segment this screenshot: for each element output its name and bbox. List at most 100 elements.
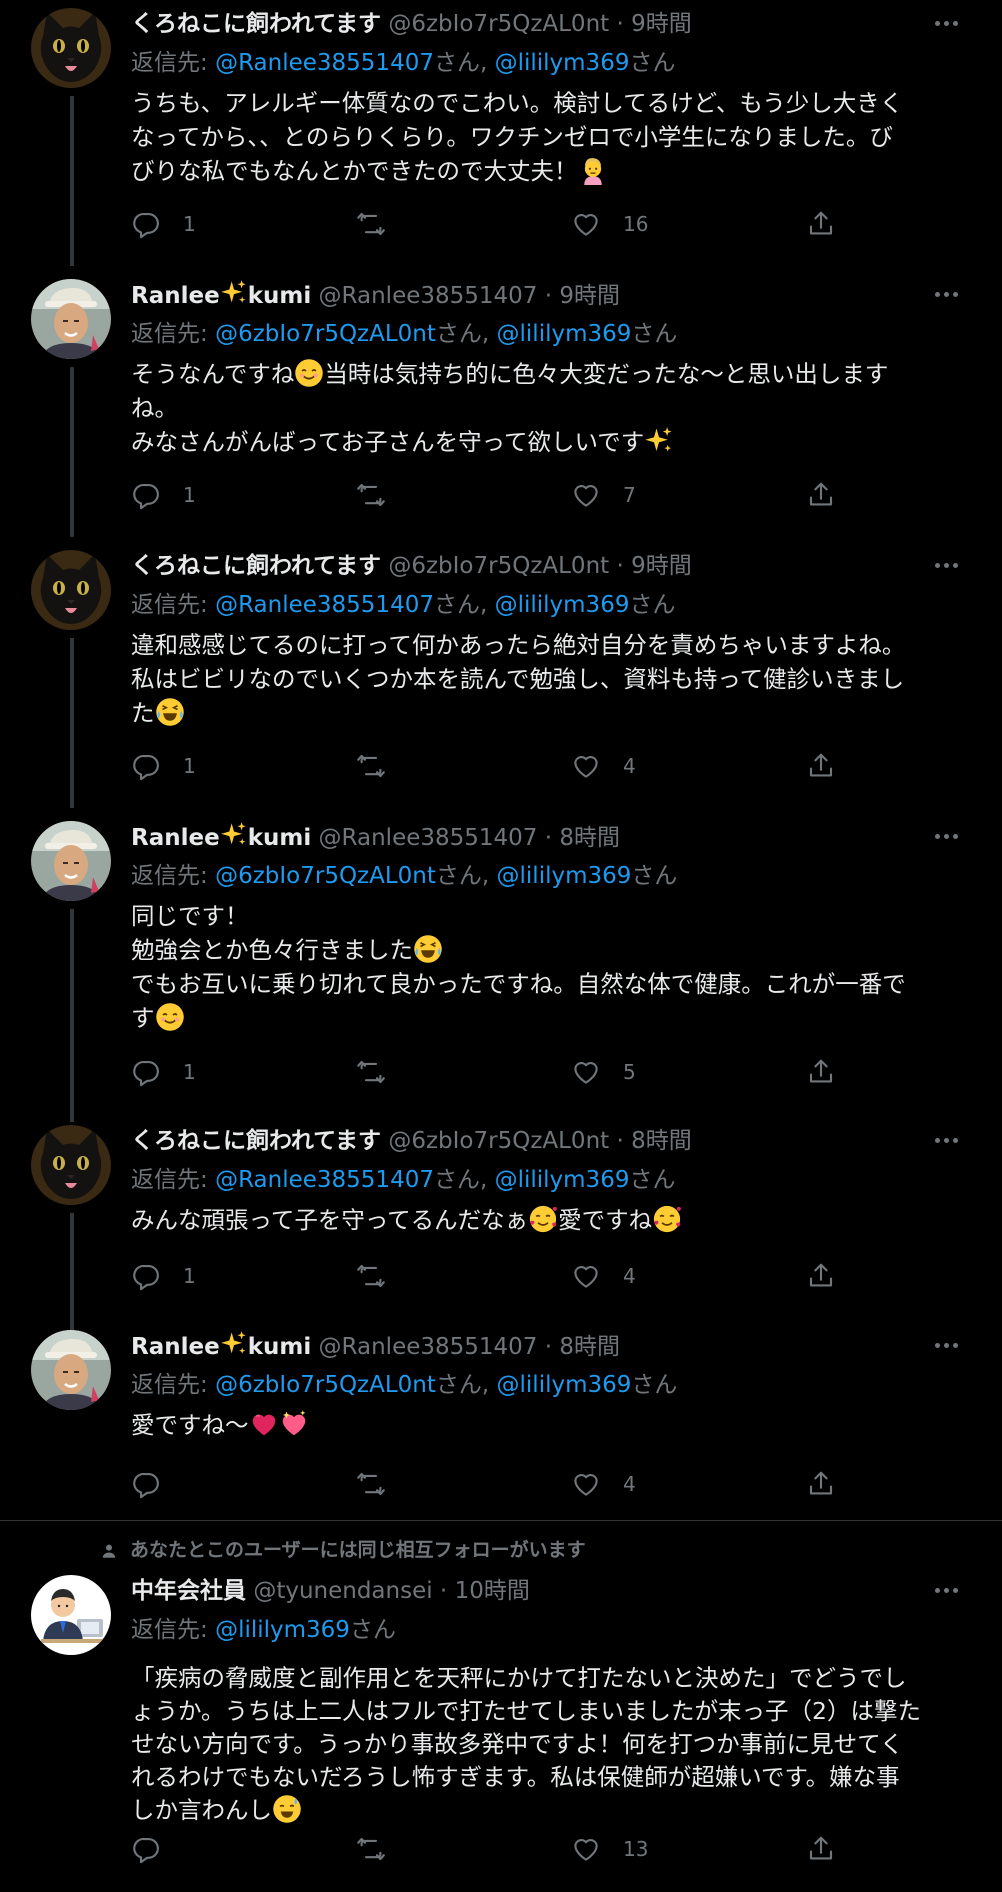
mention-link[interactable]: @Ranlee38551407 bbox=[215, 1167, 434, 1193]
more-icon[interactable] bbox=[926, 12, 966, 34]
like-button[interactable]: 4 bbox=[571, 1259, 636, 1293]
like-button[interactable]: 7 bbox=[571, 478, 636, 512]
reply-button[interactable] bbox=[131, 1832, 183, 1866]
display-name-part: Ranlee bbox=[131, 283, 220, 309]
tweet-text-part: でもお互いに乗り切れて良かったですね。自然な体で健康。これが一番で す bbox=[131, 970, 906, 1032]
tweet[interactable]: くろねこに飼われてます @6zbIo7r5QzAL0nt · 9時間 返信先: … bbox=[0, 0, 1002, 262]
retweet-button[interactable] bbox=[356, 478, 408, 512]
display-name[interactable]: 中年会社員 bbox=[131, 1578, 246, 1604]
timestamp[interactable]: 9時間 bbox=[631, 553, 692, 579]
display-name[interactable]: くろねこに飼われてます bbox=[131, 11, 381, 37]
timestamp[interactable]: 8時間 bbox=[559, 1334, 620, 1360]
handle[interactable]: @Ranlee38551407 bbox=[319, 825, 538, 851]
reply-button[interactable]: 1 bbox=[131, 207, 196, 241]
tweet-actions: 1 5 bbox=[131, 1055, 961, 1089]
handle[interactable]: @tyunendansei bbox=[253, 1578, 432, 1604]
display-name[interactable]: Ranlee kumi bbox=[131, 1334, 311, 1360]
timestamp[interactable]: 8時間 bbox=[559, 825, 620, 851]
retweet-button[interactable] bbox=[356, 207, 408, 241]
share-button[interactable] bbox=[806, 1055, 836, 1089]
share-button[interactable] bbox=[806, 749, 836, 783]
mention-link[interactable]: @lililym369 bbox=[495, 1167, 630, 1193]
timestamp[interactable]: 10時間 bbox=[455, 1578, 530, 1604]
tweet-text-part: 同じです！ 勉強会とか色々行きました bbox=[131, 902, 413, 964]
handle[interactable]: @Ranlee38551407 bbox=[319, 1334, 538, 1360]
share-button[interactable] bbox=[806, 1467, 836, 1501]
more-icon[interactable] bbox=[926, 1579, 966, 1601]
avatar[interactable] bbox=[31, 279, 111, 359]
tweet[interactable]: くろねこに飼われてます @6zbIo7r5QzAL0nt · 8時間 返信先: … bbox=[0, 1117, 1002, 1312]
tweet-text: 「疾病の脅威度と副作用とを天秤にかけて打たないと決めた」でどうでし ょうか。うち… bbox=[131, 1662, 961, 1827]
share-icon bbox=[806, 751, 836, 781]
tweet-text-part: みんな頑張って子を守ってるんだなぁ bbox=[131, 1206, 529, 1234]
handle[interactable]: @Ranlee38551407 bbox=[319, 283, 538, 309]
avatar[interactable] bbox=[31, 1330, 111, 1410]
handle[interactable]: @6zbIo7r5QzAL0nt bbox=[388, 1128, 609, 1154]
display-name[interactable]: くろねこに飼われてます bbox=[131, 1128, 381, 1154]
timestamp[interactable]: 9時間 bbox=[631, 11, 692, 37]
avatar[interactable] bbox=[31, 1125, 111, 1205]
reply-button[interactable]: 1 bbox=[131, 749, 196, 783]
tears-of-joy-emoji bbox=[413, 934, 443, 964]
mention-link[interactable]: @6zbIo7r5QzAL0nt bbox=[215, 1372, 436, 1398]
mention-link[interactable]: @lililym369 bbox=[497, 321, 632, 347]
mention-link[interactable]: @lililym369 bbox=[497, 863, 632, 889]
tweet[interactable]: Ranlee kumi @Ranlee38551407 · 9時間 返信先: @6… bbox=[0, 271, 1002, 533]
share-button[interactable] bbox=[806, 1832, 836, 1866]
tweet-actions: 13 bbox=[131, 1832, 961, 1866]
like-button[interactable]: 13 bbox=[571, 1832, 648, 1866]
tweet[interactable]: Ranlee kumi @Ranlee38551407 · 8時間 返信先: @6… bbox=[0, 1322, 1002, 1517]
retweet-button[interactable] bbox=[356, 1832, 408, 1866]
mention-link[interactable]: @lililym369 bbox=[497, 1372, 632, 1398]
tweet[interactable]: Ranlee kumi @Ranlee38551407 · 8時間 返信先: @6… bbox=[0, 813, 1002, 1109]
timestamp[interactable]: 9時間 bbox=[559, 283, 620, 309]
reply-button[interactable]: 1 bbox=[131, 1259, 196, 1293]
like-button[interactable]: 4 bbox=[571, 749, 636, 783]
reply-to: 返信先: @Ranlee38551407さん, @lililym369さん bbox=[131, 589, 675, 621]
share-button[interactable] bbox=[806, 478, 836, 512]
mention-link[interactable]: @Ranlee38551407 bbox=[215, 592, 434, 618]
mention-link[interactable]: @Ranlee38551407 bbox=[215, 50, 434, 76]
mention-link[interactable]: @lililym369 bbox=[495, 592, 630, 618]
more-icon[interactable] bbox=[926, 283, 966, 305]
reply-button[interactable]: 1 bbox=[131, 1055, 196, 1089]
mention-suffix: さん, bbox=[435, 321, 497, 347]
like-count: 4 bbox=[623, 1264, 636, 1288]
reply-icon bbox=[131, 1469, 161, 1499]
avatar[interactable] bbox=[31, 550, 111, 630]
mention-link[interactable]: @6zbIo7r5QzAL0nt bbox=[215, 863, 436, 889]
retweet-button[interactable] bbox=[356, 1467, 408, 1501]
red-heart-emoji bbox=[249, 1409, 279, 1439]
display-name-part: Ranlee bbox=[131, 1334, 220, 1360]
share-button[interactable] bbox=[806, 1259, 836, 1293]
display-name[interactable]: Ranlee kumi bbox=[131, 283, 311, 309]
tweet[interactable]: 中年会社員 @tyunendansei · 10時間 返信先: @lililym… bbox=[0, 1567, 1002, 1887]
like-button[interactable]: 16 bbox=[571, 207, 648, 241]
display-name[interactable]: くろねこに飼われてます bbox=[131, 553, 381, 579]
avatar[interactable] bbox=[31, 821, 111, 901]
like-button[interactable]: 5 bbox=[571, 1055, 636, 1089]
handle[interactable]: @6zbIo7r5QzAL0nt bbox=[388, 553, 609, 579]
share-button[interactable] bbox=[806, 207, 836, 241]
avatar[interactable] bbox=[31, 1575, 111, 1655]
like-button[interactable]: 4 bbox=[571, 1467, 636, 1501]
mention-link[interactable]: @lililym369 bbox=[215, 1617, 350, 1643]
handle[interactable]: @6zbIo7r5QzAL0nt bbox=[388, 11, 609, 37]
mention-link[interactable]: @lililym369 bbox=[495, 50, 630, 76]
more-icon[interactable] bbox=[926, 1334, 966, 1356]
mention-link[interactable]: @6zbIo7r5QzAL0nt bbox=[215, 321, 436, 347]
display-name[interactable]: Ranlee kumi bbox=[131, 825, 311, 851]
tweet[interactable]: くろねこに飼われてます @6zbIo7r5QzAL0nt · 9時間 返信先: … bbox=[0, 542, 1002, 804]
avatar[interactable] bbox=[31, 8, 111, 88]
mention-suffix: さん, bbox=[433, 50, 495, 76]
reply-button[interactable]: 1 bbox=[131, 478, 196, 512]
retweet-button[interactable] bbox=[356, 749, 408, 783]
retweet-button[interactable] bbox=[356, 1055, 408, 1089]
mention-suffix: さん bbox=[629, 50, 676, 76]
timestamp[interactable]: 8時間 bbox=[631, 1128, 692, 1154]
more-icon[interactable] bbox=[926, 554, 966, 576]
more-icon[interactable] bbox=[926, 825, 966, 847]
more-icon[interactable] bbox=[926, 1129, 966, 1151]
reply-button[interactable] bbox=[131, 1467, 183, 1501]
retweet-button[interactable] bbox=[356, 1259, 408, 1293]
